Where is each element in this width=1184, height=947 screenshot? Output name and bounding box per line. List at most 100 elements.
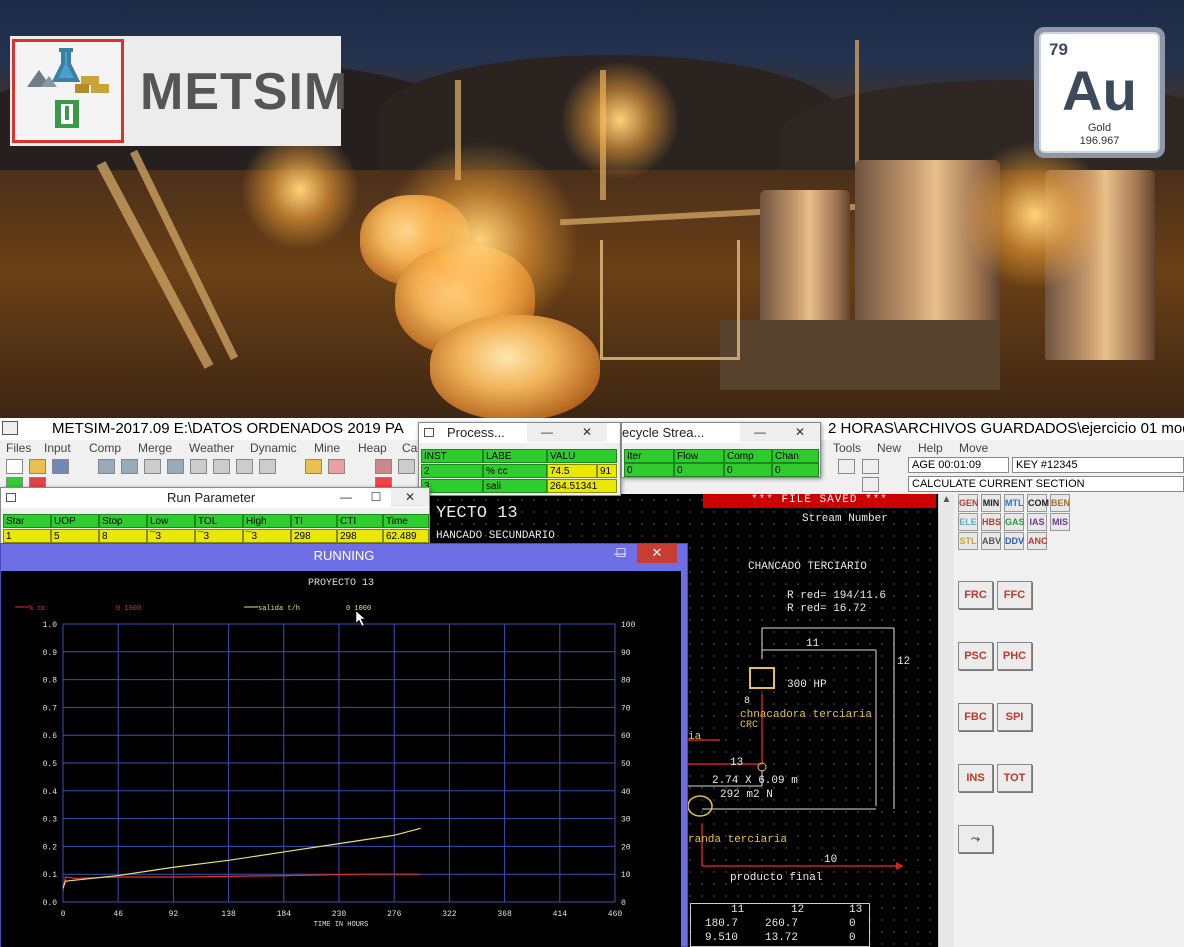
close-button[interactable]: ✕ <box>637 544 677 563</box>
legend-range: 0 1000 <box>346 605 371 613</box>
run-value-low[interactable]: ¯3 <box>147 529 195 543</box>
menu-ca[interactable]: Ca <box>402 441 417 455</box>
element-symbol: Au <box>1062 59 1137 122</box>
menu-weather[interactable]: Weather <box>189 441 234 455</box>
save-icon[interactable] <box>52 459 69 474</box>
process-row2-value[interactable]: 264.51341 <box>547 479 617 493</box>
tool-icon[interactable] <box>190 459 207 474</box>
menu-comp[interactable]: Comp <box>89 441 121 455</box>
menu-tools[interactable]: Tools <box>833 441 861 455</box>
y-tick-label-left: 0.5 <box>43 760 58 769</box>
btn-mtl[interactable]: MTL <box>1004 494 1024 512</box>
menu-files[interactable]: Files <box>6 441 31 455</box>
motor-power: 300 HP <box>787 679 827 691</box>
cell-r2c3: 0 <box>849 932 856 944</box>
bars-icon[interactable] <box>862 459 879 474</box>
menu-mine[interactable]: Mine <box>314 441 340 455</box>
maximize-button[interactable]: ☐ <box>611 544 631 563</box>
btn-spi[interactable]: SPI <box>997 703 1032 731</box>
btn-abv[interactable]: ABV <box>981 532 1001 550</box>
minimize-button[interactable]: — <box>527 423 567 442</box>
close-button[interactable]: ✕ <box>391 488 429 507</box>
run-value-star[interactable]: 1 <box>3 529 51 543</box>
btn-com[interactable]: COM <box>1027 494 1049 512</box>
recycle-value-comp: 0 <box>724 463 772 477</box>
run-value-tol[interactable]: ¯3 <box>195 529 243 543</box>
scroll-up-icon[interactable]: ▲ <box>939 494 954 505</box>
element-name: Gold <box>1087 122 1112 134</box>
btn-ele[interactable]: ELE <box>958 513 978 531</box>
x-tick-label: 414 <box>553 910 568 919</box>
btn-psc[interactable]: PSC <box>958 642 993 670</box>
atomic-number: 79 <box>1049 40 1068 59</box>
btn-phc[interactable]: PHC <box>997 642 1032 670</box>
arrow-icon[interactable] <box>213 459 230 474</box>
disabled-icon[interactable] <box>862 477 879 492</box>
process-row1-value[interactable]: 74.5 <box>547 464 597 478</box>
btn-ffc[interactable]: FFC <box>997 581 1032 609</box>
btn-stl[interactable]: STL <box>958 532 978 550</box>
run-value-ti[interactable]: 298 <box>291 529 337 543</box>
btn-frc[interactable]: FRC <box>958 581 993 609</box>
btn-mis[interactable]: MIS <box>1050 513 1070 531</box>
menu-move[interactable]: Move <box>959 441 988 455</box>
settings-icon[interactable] <box>144 459 161 474</box>
link-icon[interactable] <box>236 459 253 474</box>
btn-ins[interactable]: INS <box>958 764 993 792</box>
menu-dynamic[interactable]: Dynamic <box>250 441 297 455</box>
menu-input[interactable]: Input <box>44 441 71 455</box>
partial-label-ia: ia <box>688 731 702 743</box>
x-tick-label: 0 <box>61 910 66 919</box>
run-value-uop[interactable]: 5 <box>51 529 99 543</box>
forward-icon[interactable] <box>398 459 415 474</box>
stop-square-icon[interactable] <box>838 459 855 474</box>
minimize-button[interactable]: — <box>740 423 780 442</box>
menu-heap[interactable]: Heap <box>358 441 387 455</box>
run-value-cti[interactable]: 298 <box>337 529 383 543</box>
unit-op-icon[interactable] <box>98 459 115 474</box>
stream-icon[interactable] <box>121 459 138 474</box>
vertical-scrollbar[interactable]: ▲ <box>938 494 954 947</box>
btn-hbs[interactable]: HBS <box>981 513 1001 531</box>
run-value-stop[interactable]: 8 <box>99 529 147 543</box>
btn-gas[interactable]: GAS <box>1004 513 1025 531</box>
window-icon[interactable] <box>375 459 392 474</box>
app-title: METSIM-2017.09 E:\DATOS ORDENADOS 2019 P… <box>52 420 404 437</box>
minimize-button[interactable]: — <box>331 488 361 507</box>
btn-ias[interactable]: IAS <box>1027 513 1047 531</box>
run-value-high[interactable]: ¯3 <box>243 529 291 543</box>
run-value-time[interactable]: 62.489 <box>383 529 429 543</box>
btn-ben[interactable]: BEN <box>1050 494 1070 512</box>
edit-icon[interactable] <box>328 459 345 474</box>
close-button[interactable]: ✕ <box>780 423 820 442</box>
zoom-icon[interactable] <box>259 459 276 474</box>
maximize-button[interactable]: ☐ <box>361 488 391 507</box>
chart-icon[interactable] <box>167 459 184 474</box>
process-row1-extra[interactable]: 91 <box>597 464 617 478</box>
y-tick-label-right: 80 <box>621 677 631 686</box>
open-folder-icon[interactable] <box>29 459 46 474</box>
running-plot[interactable]: 0 46 92 138 184 230 276 322 368 414 460 1.0 100 0.9 90… <box>1 571 681 947</box>
run-header-ti: TI <box>291 514 337 528</box>
y-tick-label-left: 0.2 <box>43 843 58 852</box>
menu-help[interactable]: Help <box>918 441 943 455</box>
btn-gen[interactable]: GEN <box>958 494 979 512</box>
menu-merge[interactable]: Merge <box>138 441 172 455</box>
x-tick-label: 322 <box>442 910 457 919</box>
process-window: Process... — ✕ INST LABE VALU 2 % cc 74.… <box>418 422 621 496</box>
btn-fbc[interactable]: FBC <box>958 703 993 731</box>
recycle-header-flow: Flow <box>674 449 724 463</box>
series-line--cc <box>62 873 421 891</box>
menu-new[interactable]: New <box>877 441 901 455</box>
btn-ddv[interactable]: DDV <box>1004 532 1024 550</box>
stream-tool-icon[interactable]: ⤳ <box>958 825 993 853</box>
btn-min[interactable]: MIN <box>981 494 1001 512</box>
atomic-mass: 196.967 <box>1079 135 1120 147</box>
btn-tot[interactable]: TOT <box>997 764 1032 792</box>
y-tick-label-right: 70 <box>621 704 631 713</box>
new-file-icon[interactable] <box>6 459 23 474</box>
run-header-tol: TOL <box>195 514 243 528</box>
btn-anc[interactable]: ANC <box>1027 532 1048 550</box>
copy-icon[interactable] <box>305 459 322 474</box>
close-button[interactable]: ✕ <box>567 423 607 442</box>
